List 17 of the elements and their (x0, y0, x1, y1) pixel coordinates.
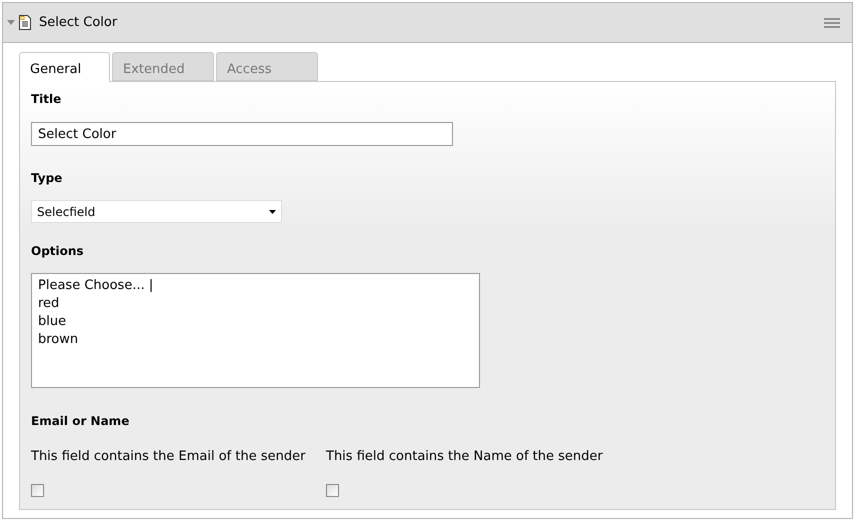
caret-icon[interactable] (7, 20, 15, 25)
field-label: Email or Name (31, 413, 130, 430)
checkbox[interactable] (326, 484, 339, 496)
field-label: Type (31, 170, 64, 187)
checkbox[interactable] (31, 484, 44, 496)
caret-icon (269, 210, 276, 214)
tab[interactable]: General (19, 52, 110, 82)
panel-title: Select Color (39, 14, 118, 32)
menu-icon[interactable] (824, 18, 840, 28)
document-icon (19, 15, 31, 30)
checkbox-label: This field contains the Email of the sender (31, 448, 306, 466)
field-label: Title (31, 91, 62, 108)
type-dropdown[interactable]: Selecfield (31, 200, 282, 223)
options-textarea[interactable]: Please Choose... | red blue brown (31, 273, 480, 388)
field-label: Options (31, 243, 85, 260)
title-input[interactable]: Select Color (31, 122, 453, 146)
checkbox-label: This field contains the Name of the sender (326, 448, 604, 466)
